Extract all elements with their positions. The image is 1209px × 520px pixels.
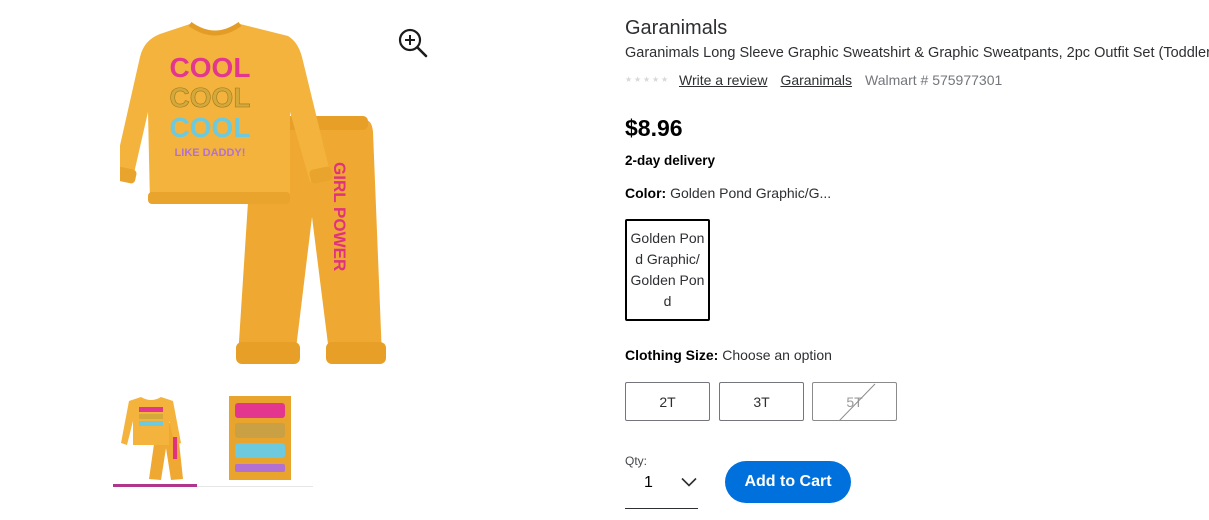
size-value: Choose an option xyxy=(722,347,832,363)
size-option-5t-unavailable[interactable]: 5T xyxy=(812,382,897,421)
product-info: Garanimals Garanimals Long Sleeve Graphi… xyxy=(625,0,1209,520)
size-option-2t[interactable]: 2T xyxy=(625,382,710,421)
unavailable-strike-icon xyxy=(839,383,876,420)
thumbnail-strip xyxy=(113,393,313,489)
thumbnail-outfit[interactable] xyxy=(113,393,197,487)
shirt-line-1: COOL xyxy=(170,52,251,83)
add-to-cart-button[interactable]: Add to Cart xyxy=(725,461,851,503)
quantity-label: Qty: xyxy=(625,454,648,468)
star-icon: ★ xyxy=(634,75,642,84)
delivery-info: 2-day delivery xyxy=(625,153,716,168)
thumbnail-selected-indicator xyxy=(113,484,197,487)
write-review-link[interactable]: Write a review xyxy=(679,72,767,88)
product-price: $8.96 xyxy=(625,115,683,141)
color-selection-label: Color: Golden Pond Graphic/G... xyxy=(625,185,831,201)
color-label: Color: xyxy=(625,185,667,201)
size-label: Clothing Size: xyxy=(625,347,719,363)
star-icon: ★ xyxy=(661,75,669,84)
star-icon: ★ xyxy=(652,75,660,84)
image-gallery: COOL COOL COOL LIKE DADDY! GIRL POWER xyxy=(0,0,600,520)
pants-graphic: GIRL POWER xyxy=(330,162,349,271)
product-meta: ★ ★ ★ ★ ★ Write a review Garanimals Walm… xyxy=(625,71,1002,89)
chevron-down-icon xyxy=(681,477,697,487)
quantity-value: 1 xyxy=(644,474,653,491)
size-option-label: 2T xyxy=(659,393,676,410)
shirt-line-2: COOL xyxy=(170,82,251,113)
size-option-label: 3T xyxy=(753,393,770,410)
brand-link[interactable]: Garanimals xyxy=(780,72,852,88)
color-swatch-golden-pond[interactable]: Golden Pond Graphic/Golden Pond xyxy=(625,219,710,321)
size-option-3t[interactable]: 3T xyxy=(719,382,804,421)
product-title: Garanimals Long Sleeve Graphic Sweatshir… xyxy=(625,45,1209,61)
shirt-caption: LIKE DADDY! xyxy=(175,147,246,159)
size-selection-label: Clothing Size: Choose an option xyxy=(625,347,832,363)
product-brand: Garanimals xyxy=(625,17,728,39)
quantity-select[interactable]: 1 xyxy=(625,470,698,509)
thumbnail-graphic-closeup[interactable] xyxy=(229,393,313,487)
shirt-graphic: COOL COOL COOL LIKE DADDY! xyxy=(169,52,251,159)
star-icon: ★ xyxy=(643,75,651,84)
rating-stars: ★ ★ ★ ★ ★ xyxy=(625,76,669,84)
walmart-item-number: Walmart # 575977301 xyxy=(865,72,1003,88)
shirt-line-3: COOL xyxy=(170,112,251,143)
product-main-image[interactable]: COOL COOL COOL LIKE DADDY! GIRL POWER xyxy=(120,12,400,377)
star-icon: ★ xyxy=(625,75,633,84)
zoom-in-icon[interactable] xyxy=(394,24,432,62)
color-value: Golden Pond Graphic/G... xyxy=(670,185,832,201)
